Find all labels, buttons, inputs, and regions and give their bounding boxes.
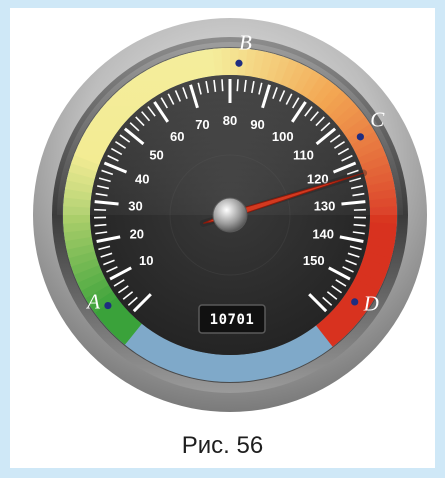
scale-number: 20 [130,227,144,242]
point-b-label: B [239,30,252,54]
point-c-dot [356,133,364,141]
speedometer: 102030405060708090100110120130140150 107… [33,18,427,412]
needle-hub [212,197,248,233]
scale-number: 140 [312,227,334,242]
figure-caption: Рис. 56 [181,432,264,459]
minor-tick [353,223,366,227]
point-a-label: A [85,289,100,313]
scale-number: 10 [139,253,153,268]
point-c-label: C [370,108,385,132]
point-d-label: D [363,291,379,315]
point-b-dot [235,59,243,67]
odometer-value: 10701 [210,312,255,328]
point-a-dot [104,301,112,310]
minor-tick [94,223,107,227]
figure-frame: 102030405060708090100110120130140150 107… [0,0,445,478]
scale-number: 150 [303,253,325,268]
point-d-dot [351,298,359,306]
